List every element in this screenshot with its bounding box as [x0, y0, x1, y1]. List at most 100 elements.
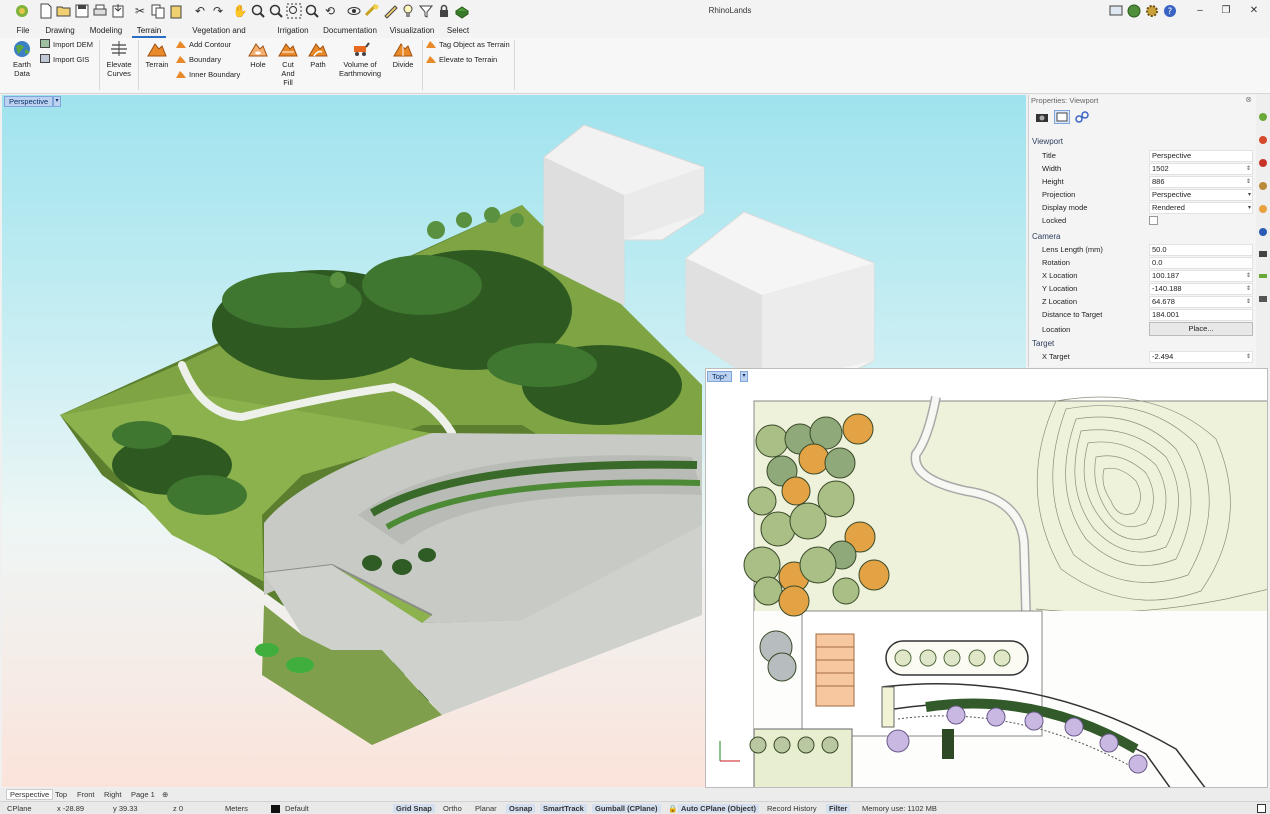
cut-and-fill-button[interactable]: Cut And Fill [274, 40, 302, 87]
spinner-icon[interactable]: ⇕ [1246, 284, 1251, 294]
prop-height-field[interactable]: 886 ⇕ [1149, 176, 1253, 188]
maximize-button[interactable]: ❐ [1218, 4, 1234, 18]
hole-button[interactable]: Hole [244, 40, 272, 69]
perspective-viewport-label[interactable]: Perspective [4, 96, 54, 107]
render-icon[interactable] [454, 3, 470, 19]
import-dem-button[interactable]: Import DEM [40, 39, 93, 51]
import-gis-button[interactable]: Import GIS [40, 54, 89, 66]
x-target-field[interactable]: -2.494 ⇕ [1149, 351, 1253, 363]
viewport-dropdown-icon[interactable]: ▾ [740, 371, 748, 382]
divide-button[interactable]: Divide [388, 40, 418, 69]
top-viewport-label[interactable]: Top* [707, 371, 733, 382]
hide-icon[interactable] [364, 3, 380, 19]
locked-checkbox[interactable] [1149, 216, 1158, 225]
add-contour-button[interactable]: Add Contour [176, 39, 231, 51]
zoom-extents-icon[interactable] [286, 3, 302, 19]
display-mode-select[interactable]: Rendered ▾ [1149, 202, 1253, 214]
tab-perspective[interactable]: Perspective [6, 789, 54, 800]
rotate-view-icon[interactable]: ⟲ [322, 3, 338, 19]
undo-icon[interactable]: ↶ [192, 3, 208, 19]
tab-terrain[interactable]: Terrain [132, 25, 166, 38]
spinner-icon[interactable]: ⇕ [1246, 177, 1251, 187]
path-button[interactable]: Path [304, 40, 332, 69]
tab-visualization[interactable]: Visualization [388, 25, 436, 38]
panel-close-icon[interactable]: ⊗ [1245, 95, 1252, 104]
link-icon[interactable] [1075, 111, 1089, 123]
top-viewport[interactable]: Top* ▾ [705, 368, 1268, 788]
lock-icon[interactable]: 🔒 [668, 804, 677, 813]
zoom-icon[interactable] [250, 3, 266, 19]
smarttrack-toggle[interactable]: SmartTrack [540, 804, 587, 813]
add-tab-icon[interactable]: ⊕ [162, 790, 168, 799]
boundary-button[interactable]: Boundary [176, 54, 221, 66]
volume-of-earthmoving-button[interactable]: Volume of Earthmoving [334, 40, 386, 78]
camera-icon[interactable] [1035, 111, 1049, 123]
prop-title-field[interactable]: Perspective [1149, 150, 1253, 162]
show-icon[interactable] [346, 3, 362, 19]
spinner-icon[interactable]: ⇕ [1246, 271, 1251, 281]
x-location-field[interactable]: 100.187 ⇕ [1149, 270, 1253, 282]
terrain-button[interactable]: Terrain [142, 40, 172, 69]
tab-drawing[interactable]: Drawing [44, 25, 76, 38]
paste-icon[interactable] [168, 3, 184, 19]
projection-select[interactable]: Perspective ▾ [1149, 189, 1253, 201]
lens-length-field[interactable]: 50.0 [1149, 244, 1253, 256]
layer-color-swatch[interactable] [271, 805, 280, 813]
lock-icon[interactable] [436, 3, 452, 19]
planar-toggle[interactable]: Planar [475, 804, 497, 813]
save-icon[interactable] [74, 3, 90, 19]
y-location-field[interactable]: -140.188 ⇕ [1149, 283, 1253, 295]
tab-right[interactable]: Right [104, 790, 122, 799]
elevate-to-terrain-button[interactable]: Elevate to Terrain [426, 54, 497, 66]
copy-icon[interactable] [150, 3, 166, 19]
display-icon[interactable] [1108, 3, 1124, 19]
filter-icon[interactable] [418, 3, 434, 19]
viewport-properties-icon[interactable] [1054, 110, 1070, 124]
tab-file[interactable]: File [14, 25, 32, 38]
tab-page-1[interactable]: Page 1 [131, 790, 155, 799]
snap-icon[interactable] [382, 3, 398, 19]
cut-icon[interactable]: ✂ [132, 3, 148, 19]
tab-front[interactable]: Front [77, 790, 95, 799]
zoom-selected-icon[interactable] [304, 3, 320, 19]
tab-vegetation-and-hardscape[interactable]: Vegetation and Hardscape [172, 25, 266, 47]
spinner-icon[interactable]: ⇕ [1246, 352, 1251, 362]
current-layer[interactable]: Default [285, 804, 309, 813]
spinner-icon[interactable]: ⇕ [1246, 297, 1251, 307]
tab-select[interactable]: Select [446, 25, 470, 38]
rotation-field[interactable]: 0.0 [1149, 257, 1253, 269]
open-icon[interactable] [56, 3, 72, 19]
place-button[interactable]: Place... [1149, 322, 1253, 336]
inner-boundary-button[interactable]: Inner Boundary [176, 69, 240, 81]
earth-data-button[interactable]: Earth Data [6, 40, 38, 78]
filter-toggle[interactable]: Filter [826, 804, 851, 813]
elevate-curves-button[interactable]: Elevate Curves [104, 40, 134, 78]
grid-snap-toggle[interactable]: Grid Snap [393, 804, 435, 813]
print-icon[interactable] [92, 3, 108, 19]
prop-width-field[interactable]: 1502 ⇕ [1149, 163, 1253, 175]
redo-icon[interactable]: ↷ [210, 3, 226, 19]
tag-object-as-terrain-button[interactable]: Tag Object as Terrain [426, 39, 510, 51]
units-display[interactable]: Meters [225, 804, 248, 813]
pan-icon[interactable]: ✋ [232, 3, 248, 19]
minimize-button[interactable]: – [1192, 4, 1208, 18]
globe-icon[interactable] [1126, 3, 1142, 19]
tab-documentation[interactable]: Documentation [320, 25, 380, 38]
close-button[interactable]: ✕ [1246, 4, 1262, 18]
zoom-window-icon[interactable] [268, 3, 284, 19]
tab-modeling[interactable]: Modeling [88, 25, 124, 38]
ortho-toggle[interactable]: Ortho [443, 804, 462, 813]
tab-top[interactable]: Top [55, 790, 67, 799]
light-icon[interactable] [400, 3, 416, 19]
new-icon[interactable] [38, 3, 54, 19]
record-history-toggle[interactable]: Record History [767, 804, 817, 813]
osnap-toggle[interactable]: Osnap [506, 804, 536, 813]
distance-to-target-field[interactable]: 184.001 [1149, 309, 1253, 321]
viewport-dropdown-icon[interactable]: ▾ [53, 96, 61, 107]
settings-gear-icon[interactable] [1144, 3, 1160, 19]
tab-irrigation[interactable]: Irrigation [274, 25, 312, 38]
rhino-logo-icon[interactable] [14, 3, 30, 19]
auto-cplane-toggle[interactable]: Auto CPlane (Object) [678, 804, 760, 813]
maximize-viewport-icon[interactable] [1257, 804, 1266, 813]
z-location-field[interactable]: 64.678 ⇕ [1149, 296, 1253, 308]
